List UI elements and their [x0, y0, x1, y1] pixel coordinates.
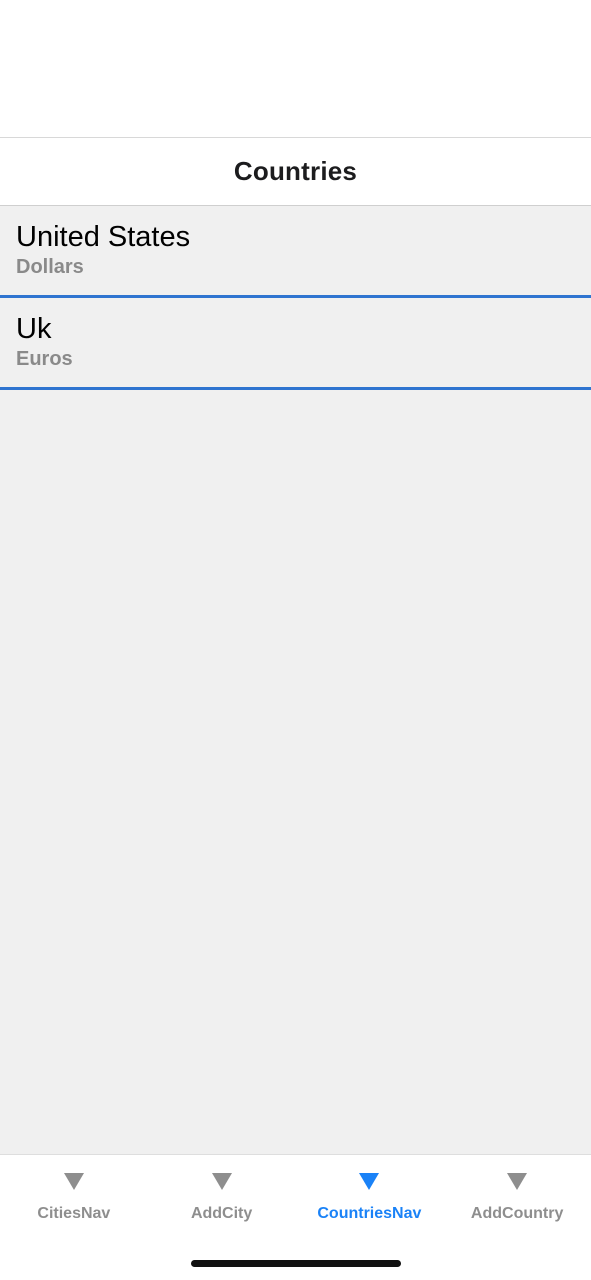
- tab-label: AddCity: [190, 1205, 253, 1222]
- countries-list: United States Dollars Uk Euros: [0, 206, 591, 1154]
- status-bar-area: [0, 0, 591, 138]
- country-name: United States: [16, 221, 191, 253]
- triangle-down-icon: [211, 1173, 232, 1190]
- navigation-header: Countries: [0, 138, 591, 206]
- tab-cities-nav[interactable]: CitiesNav: [0, 1155, 148, 1245]
- page-title: Countries: [233, 156, 358, 186]
- country-currency: Euros: [16, 348, 73, 370]
- list-item[interactable]: United States Dollars: [0, 206, 591, 298]
- country-name: Uk: [16, 313, 52, 345]
- list-item[interactable]: Uk Euros: [0, 298, 591, 390]
- home-indicator[interactable]: [191, 1260, 401, 1267]
- tab-add-city[interactable]: AddCity: [148, 1155, 296, 1245]
- country-currency: Dollars: [16, 256, 84, 278]
- triangle-down-icon: [507, 1173, 528, 1190]
- triangle-down-icon: [63, 1173, 84, 1190]
- triangle-down-icon: [359, 1173, 380, 1190]
- tab-add-country[interactable]: AddCountry: [443, 1155, 591, 1245]
- tab-label: CitiesNav: [37, 1205, 111, 1222]
- tab-label: CountriesNav: [317, 1205, 422, 1222]
- tab-countries-nav[interactable]: CountriesNav: [296, 1155, 444, 1245]
- tab-label: AddCountry: [470, 1205, 564, 1222]
